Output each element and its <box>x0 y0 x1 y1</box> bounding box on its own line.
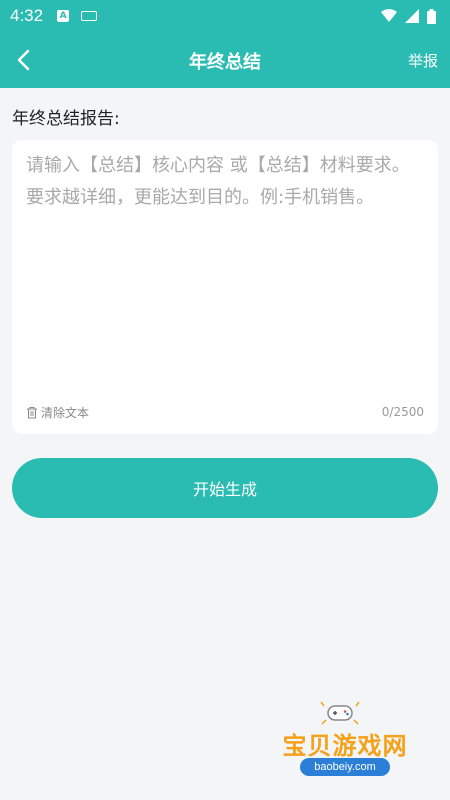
status-bar: 4:32 A <box>0 0 450 32</box>
watermark-url: baobeiy.com <box>300 758 390 776</box>
status-time: 4:32 <box>10 6 44 25</box>
trash-icon <box>26 406 38 419</box>
watermark-name: 宝贝游戏网 <box>282 731 408 760</box>
watermark-logo: 宝贝游戏网 baobeiy.com <box>270 700 420 780</box>
summary-input[interactable] <box>26 150 426 390</box>
page-title: 年终总结 <box>189 52 261 73</box>
clear-text-label: 清除文本 <box>41 406 90 420</box>
app-bar: 年终总结 举报 <box>0 32 450 88</box>
battery-icon <box>427 8 436 24</box>
gamepad-icon <box>320 700 360 726</box>
char-count: 0/2500 <box>381 405 424 419</box>
section-label: 年终总结报告: <box>12 109 120 129</box>
input-card: 清除文本 0/2500 <box>12 140 438 434</box>
clear-text-button[interactable]: 清除文本 <box>26 404 89 421</box>
notification-app-icon: A <box>57 10 70 22</box>
signal-icon <box>405 9 419 23</box>
keyboard-icon <box>81 11 98 21</box>
report-button[interactable]: 举报 <box>408 50 438 71</box>
start-generate-button[interactable]: 开始生成 <box>12 458 438 518</box>
wifi-icon <box>381 9 397 23</box>
status-icons <box>381 8 436 24</box>
